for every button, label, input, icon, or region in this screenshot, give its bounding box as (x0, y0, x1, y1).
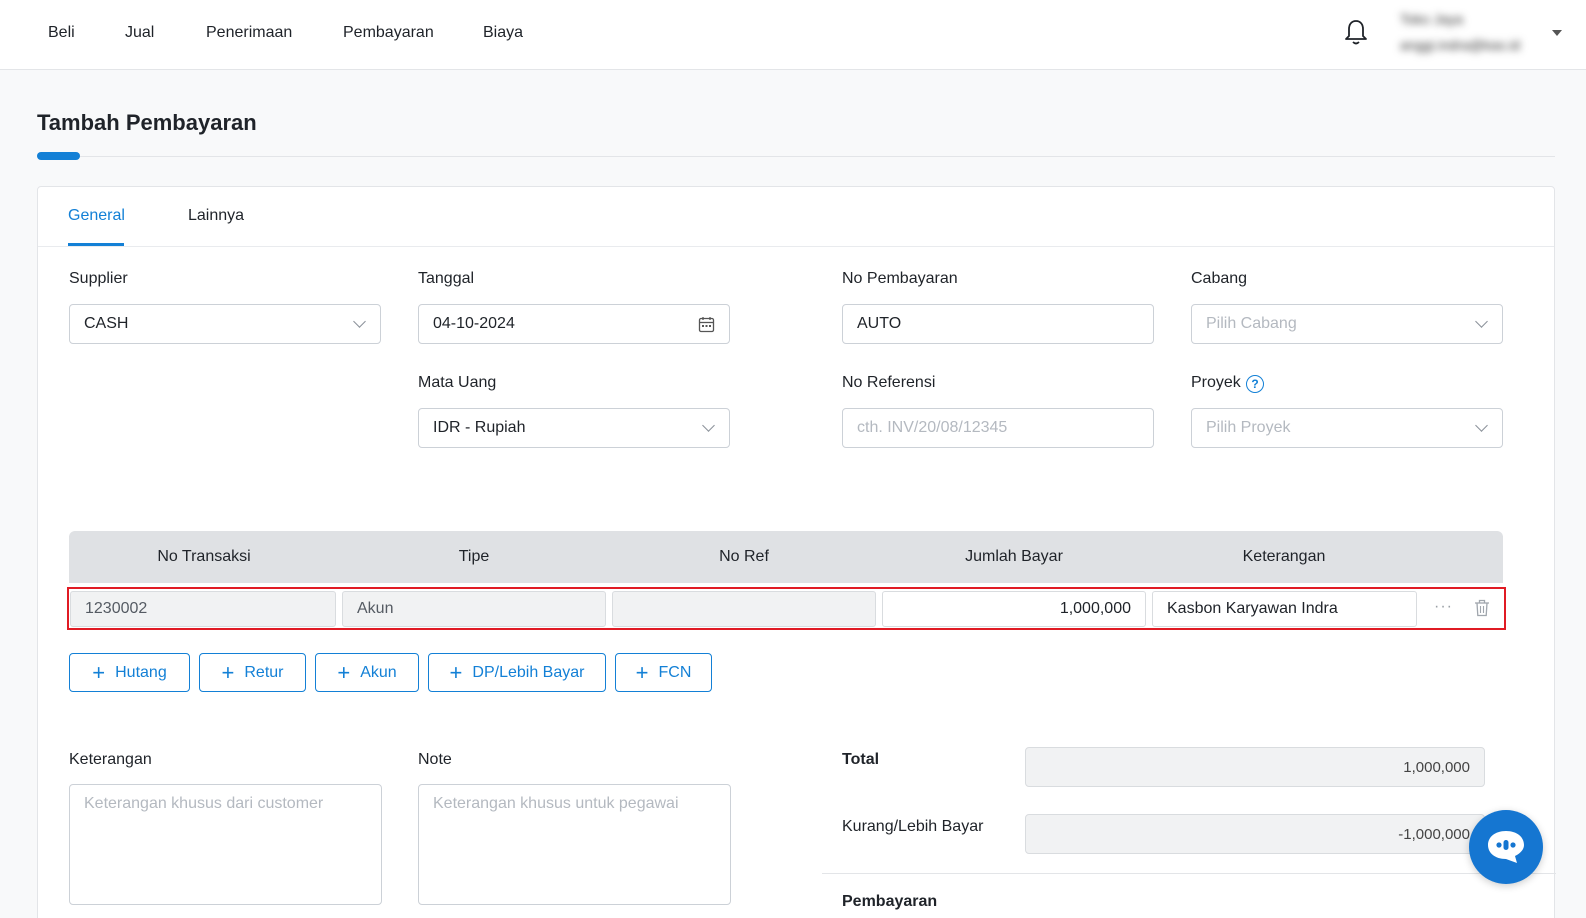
no-transaksi-cell[interactable]: 1230002 (70, 591, 336, 627)
tipe-cell[interactable]: Akun (342, 591, 606, 627)
nav-item-pembayaran[interactable]: Pembayaran (343, 24, 434, 42)
chevron-down-icon (1475, 315, 1488, 328)
add-fcn-label: FCN (658, 663, 692, 681)
add-retur-label: Retur (244, 663, 284, 681)
total-label: Total (842, 751, 880, 768)
keterangan-cell-input[interactable]: Kasbon Karyawan Indra (1152, 591, 1417, 627)
bell-icon[interactable] (1343, 18, 1369, 46)
note-placeholder: Keterangan khusus untuk pegawai (433, 795, 679, 812)
mata-uang-select[interactable]: IDR - Rupiah (418, 408, 730, 448)
keterangan-placeholder: Keterangan khusus dari customer (84, 795, 324, 812)
supplier-value: CASH (84, 315, 129, 332)
title-divider (37, 156, 1555, 157)
proyek-label: Proyek (1191, 374, 1241, 391)
more-options-icon[interactable]: ··· (1434, 598, 1453, 616)
plus-icon: + (635, 659, 649, 685)
tab-bar: General Lainnya (38, 187, 1554, 247)
proyek-placeholder: Pilih Proyek (1206, 419, 1291, 436)
keterangan-label: Keterangan (69, 751, 152, 768)
note-label: Note (418, 751, 452, 768)
nav-item-biaya[interactable]: Biaya (483, 24, 523, 42)
supplier-label: Supplier (69, 270, 128, 287)
no-pembayaran-value: AUTO (857, 315, 902, 332)
no-pembayaran-label: No Pembayaran (842, 270, 958, 287)
nav-item-penerimaan[interactable]: Penerimaan (206, 24, 292, 42)
form-card: General Lainnya Supplier CASH Tanggal 04… (37, 186, 1556, 918)
nav-item-jual[interactable]: Jual (125, 24, 154, 42)
chat-icon (1488, 831, 1524, 863)
page-title: Tambah Pembayaran (37, 110, 257, 135)
kurang-lebih-bayar-value: -1,000,000 (1025, 814, 1485, 854)
no-ref-cell[interactable] (612, 591, 876, 627)
chevron-down-icon (353, 315, 366, 328)
trash-icon[interactable] (1474, 599, 1490, 617)
table-header: No Transaksi Tipe No Ref Jumlah Bayar Ke… (69, 531, 1503, 583)
no-referensi-placeholder: cth. INV/20/08/12345 (857, 419, 1008, 436)
jumlah-bayar-input[interactable]: 1,000,000 (882, 591, 1146, 627)
add-dp-lebih-bayar-label: DP/Lebih Bayar (472, 663, 585, 681)
user-email[interactable]: anggi.indra@kas.id (1400, 37, 1520, 53)
caret-down-icon[interactable] (1552, 30, 1562, 36)
calendar-icon[interactable] (698, 316, 715, 333)
help-icon[interactable]: ? (1246, 375, 1264, 393)
kurang-lebih-bayar-label: Kurang/Lebih Bayar (842, 818, 984, 835)
active-tab-indicator (68, 243, 124, 246)
add-akun-label: Akun (360, 663, 397, 681)
column-header-no-ref: No Ref (719, 548, 769, 565)
cabang-placeholder: Pilih Cabang (1206, 315, 1297, 332)
no-pembayaran-input[interactable]: AUTO (842, 304, 1154, 344)
column-header-tipe: Tipe (458, 548, 490, 565)
supplier-select[interactable]: CASH (69, 304, 381, 344)
tab-lainnya[interactable]: Lainnya (188, 207, 244, 225)
add-akun-button[interactable]: + Akun (315, 653, 419, 692)
nav-item-beli[interactable]: Beli (48, 24, 75, 42)
plus-icon: + (92, 659, 106, 685)
mata-uang-value: IDR - Rupiah (433, 419, 526, 436)
add-hutang-label: Hutang (115, 663, 167, 681)
summary-divider (822, 873, 1556, 874)
cabang-label: Cabang (1191, 270, 1248, 287)
cabang-select[interactable]: Pilih Cabang (1191, 304, 1503, 344)
tanggal-label: Tanggal (418, 270, 475, 287)
proyek-select[interactable]: Pilih Proyek (1191, 408, 1503, 448)
add-retur-button[interactable]: + Retur (199, 653, 306, 692)
add-dp-lebih-bayar-button[interactable]: + DP/Lebih Bayar (428, 653, 606, 692)
mata-uang-label: Mata Uang (418, 374, 497, 391)
note-textarea[interactable]: Keterangan khusus untuk pegawai (418, 784, 731, 905)
no-referensi-input[interactable]: cth. INV/20/08/12345 (842, 408, 1154, 448)
no-referensi-label: No Referensi (842, 374, 936, 391)
pembayaran-label: Pembayaran (842, 893, 938, 910)
plus-icon: + (449, 659, 463, 685)
plus-icon: + (221, 659, 235, 685)
add-hutang-button[interactable]: + Hutang (69, 653, 190, 692)
add-fcn-button[interactable]: + FCN (615, 653, 712, 692)
tab-general[interactable]: General (68, 207, 125, 225)
chevron-down-icon (702, 419, 715, 432)
column-header-no-transaksi: No Transaksi (157, 548, 251, 565)
chevron-down-icon (1475, 419, 1488, 432)
column-header-jumlah-bayar: Jumlah Bayar (965, 548, 1063, 565)
user-name[interactable]: Toko Jaya (1400, 11, 1463, 27)
title-accent-bar (37, 152, 80, 160)
total-value: 1,000,000 (1025, 747, 1485, 787)
chat-button[interactable] (1469, 810, 1543, 884)
tanggal-date-input[interactable]: 04-10-2024 (418, 304, 730, 344)
top-nav: Beli Jual Penerimaan Pembayaran Biaya To… (0, 0, 1586, 70)
column-header-keterangan: Keterangan (1242, 548, 1326, 565)
plus-icon: + (337, 659, 351, 685)
keterangan-textarea[interactable]: Keterangan khusus dari customer (69, 784, 382, 905)
tanggal-value: 04-10-2024 (433, 315, 515, 332)
